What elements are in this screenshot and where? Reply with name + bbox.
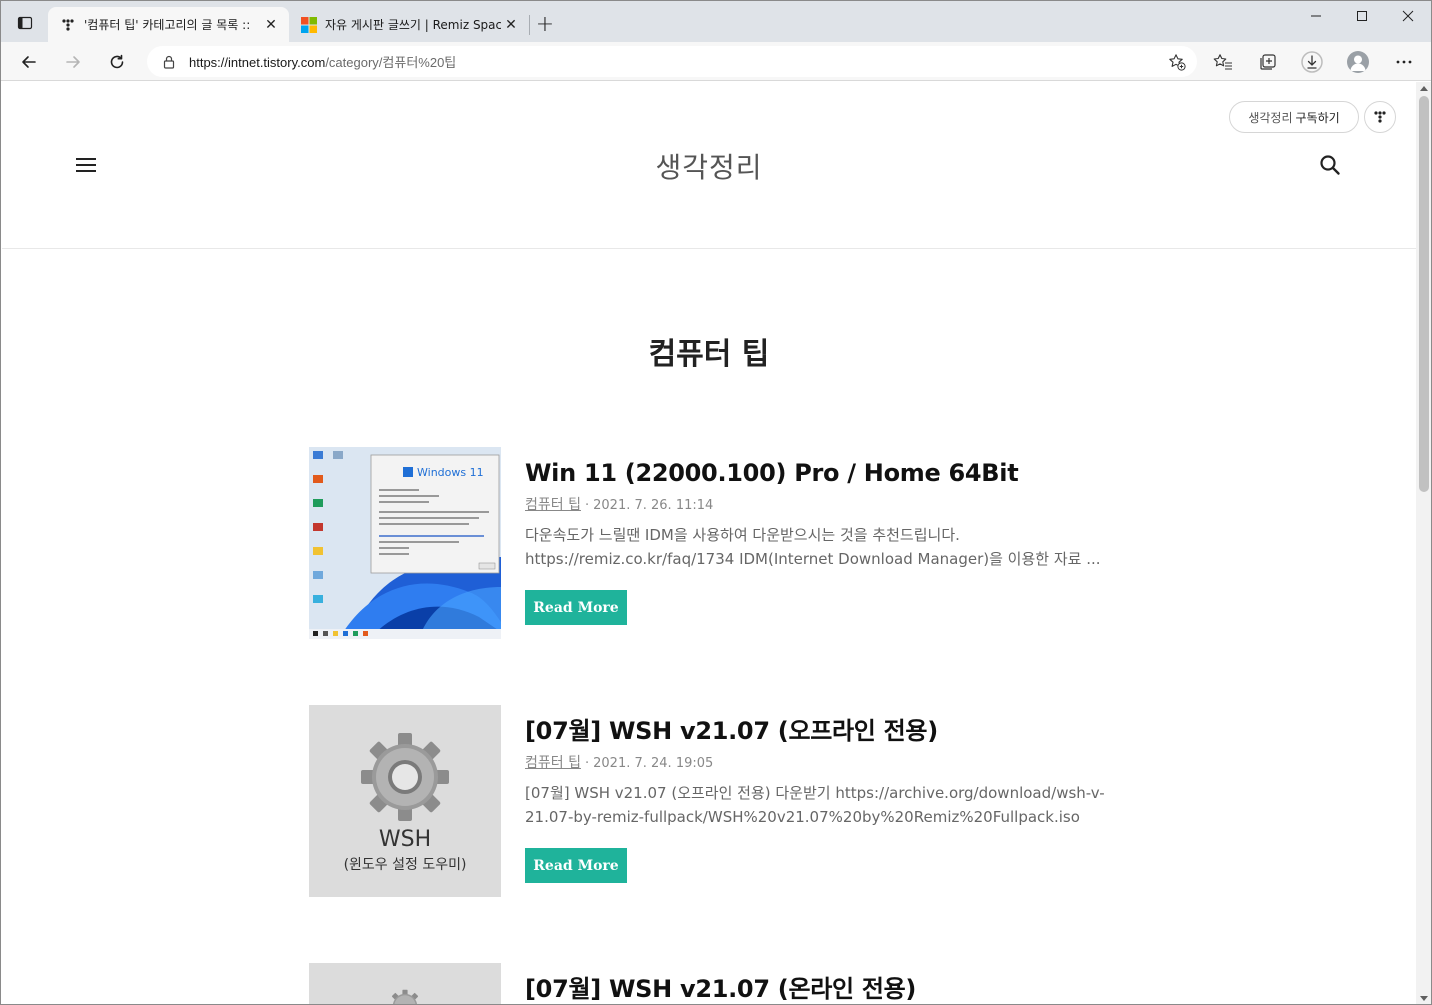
page-viewport: 생각정리 구독하기 생각정리 컴퓨터 팁 Windows 11 Win 11 (… [2,82,1416,1004]
close-tab-icon[interactable]: ✕ [261,15,281,35]
tistory-icon [1374,111,1386,123]
post-thumbnail-wsh[interactable] [309,963,501,1004]
gear-icon [361,733,449,821]
subscribe-action: 구독하기 [1295,110,1340,125]
url-host: https://intnet.tistory.com [189,55,326,70]
downloads-icon[interactable] [1296,46,1328,78]
meta-separator: · [584,498,590,513]
favorites-icon[interactable] [1207,46,1239,78]
scrollbar-thumb[interactable] [1419,96,1429,492]
tab-tistory[interactable]: '컴퓨터 팁' 카테고리의 글 목록 :: ✕ [48,7,289,42]
post-excerpt: [07월] WSH v21.07 (오프라인 전용) 다운받기 https://… [525,784,1105,826]
post-body: [07월] WSH v21.07 (온라인 전용) [525,963,1109,1004]
post-thumbnail-windows11[interactable]: Windows 11 [309,447,501,639]
profile-icon [1347,51,1369,73]
tistory-icon [60,17,76,33]
refresh-icon[interactable] [101,46,133,78]
post-date: 2021. 7. 24. 19:05 [593,756,714,771]
read-more-button[interactable]: Read More [525,590,627,625]
new-tab-button[interactable]: + [534,12,556,37]
browser-window: '컴퓨터 팁' 카테고리의 글 목록 :: ✕ 자유 게시판 글쓰기 | Rem… [0,0,1432,1005]
address-bar[interactable]: https://intnet.tistory.com/category/컴퓨터%… [147,46,1197,77]
subscribe-button[interactable]: 생각정리 구독하기 [1229,101,1359,133]
tistory-menu-button[interactable] [1364,101,1396,133]
read-more-button[interactable]: Read More [525,848,627,883]
maximize-icon[interactable] [1339,1,1385,31]
subscribe-blog-name: 생각정리 [1248,110,1293,125]
minimize-icon[interactable] [1293,1,1339,31]
back-icon[interactable] [13,46,45,78]
close-window-icon[interactable] [1385,1,1431,31]
tab-separator [529,15,530,35]
thumb-label: WSH [378,827,432,852]
post-title[interactable]: [07월] WSH v21.07 (온라인 전용) [525,973,1109,1004]
tab-strip: '컴퓨터 팁' 카테고리의 글 목록 :: ✕ 자유 게시판 글쓰기 | Rem… [1,1,1431,42]
post-title[interactable]: Win 11 (22000.100) Pro / Home 64Bit [525,457,1109,489]
blog-title[interactable]: 생각정리 [2,146,1416,186]
url-path: /category/컴퓨터%20팁 [325,55,457,70]
post-body: [07월] WSH v21.07 (오프라인 전용) 컴퓨터 팁 · 2021. 7… [525,705,1109,883]
post-excerpt: 다운속도가 느릴땐 IDM을 사용하여 다운받으시는 것을 추천드립니다. ht… [525,526,1101,568]
header-divider [2,248,1416,249]
post-meta: 컴퓨터 팁 · 2021. 7. 26. 11:14 [525,494,1109,514]
post-category-link[interactable]: 컴퓨터 팁 [525,755,581,771]
lock-icon[interactable] [161,54,177,70]
scroll-up-icon[interactable] [1420,86,1428,91]
page-scrollbar[interactable] [1416,82,1431,1004]
collections-icon[interactable] [1252,46,1284,78]
forward-icon[interactable] [57,46,89,78]
meta-separator: · [584,756,590,771]
add-favorite-icon[interactable] [1167,52,1187,72]
post-thumbnail-wsh[interactable]: WSH (윈도우 설정 도우미) [309,705,501,897]
thumb-sublabel: (윈도우 설정 도우미) [343,857,467,873]
svg-text:Windows 11: Windows 11 [417,466,484,479]
more-options-icon[interactable] [1388,46,1420,78]
profile-avatar[interactable] [1342,46,1374,78]
url-text: https://intnet.tistory.com/category/컴퓨터%… [189,52,456,71]
post-category-link[interactable]: 컴퓨터 팁 [525,497,581,513]
tab-title: 자유 게시판 글쓰기 | Remiz Space [325,18,501,32]
post-meta: 컴퓨터 팁 · 2021. 7. 24. 19:05 [525,752,1109,772]
tab-actions-icon[interactable] [13,11,37,35]
post-title[interactable]: [07월] WSH v21.07 (오프라인 전용) [525,715,1109,747]
microsoft-icon [301,16,317,33]
browser-toolbar: https://intnet.tistory.com/category/컴퓨터%… [1,42,1431,81]
tab-title: '컴퓨터 팁' 카테고리의 글 목록 :: [84,18,251,32]
tab-remiz[interactable]: 자유 게시판 글쓰기 | Remiz Space ✕ [289,7,529,42]
close-tab-icon[interactable]: ✕ [501,15,521,35]
post-body: Win 11 (22000.100) Pro / Home 64Bit 컴퓨터 … [525,447,1109,625]
search-icon[interactable] [1318,153,1342,177]
scroll-down-icon[interactable] [1420,996,1428,1001]
gear-icon [391,989,419,1004]
category-title: 컴퓨터 팁 [648,337,770,372]
post-date: 2021. 7. 26. 11:14 [593,498,714,513]
